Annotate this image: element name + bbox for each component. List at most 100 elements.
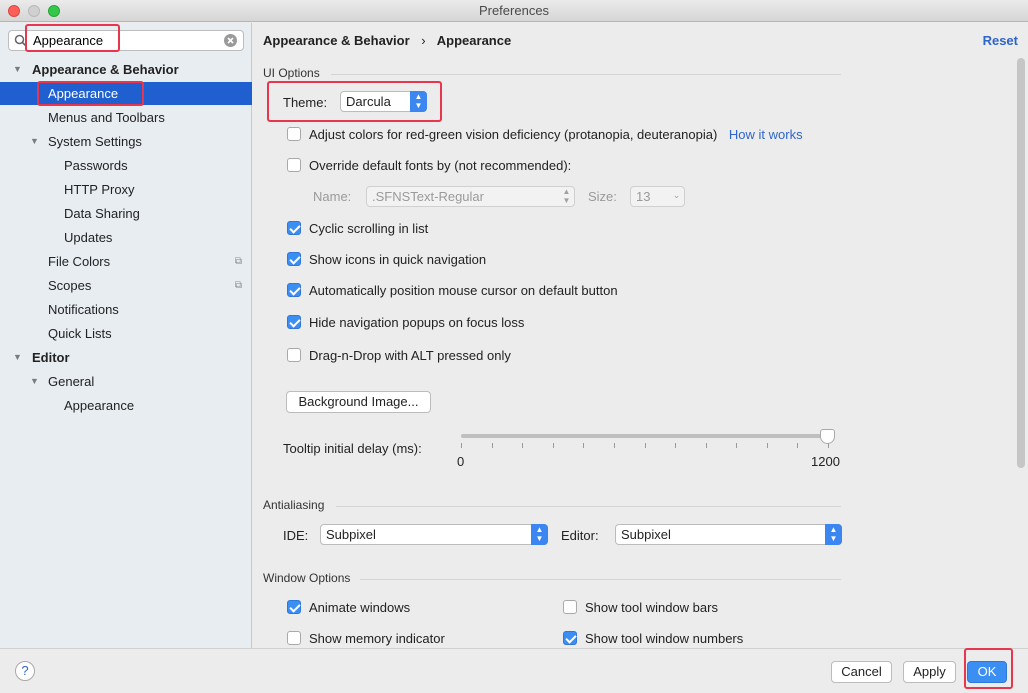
project-level-icon: ⧉ <box>234 280 242 291</box>
slider-tick <box>614 443 615 448</box>
appearance-highlight-box <box>37 81 144 106</box>
antialiasing-section-title: Antialiasing <box>263 498 325 512</box>
ide-antialiasing-select[interactable]: Subpixel ▲ ▼ <box>320 524 548 545</box>
sidebar-item-label: HTTP Proxy <box>64 182 135 197</box>
font-size-select[interactable]: 13 ⌄ <box>630 186 685 207</box>
show-icons-checkbox[interactable] <box>287 252 301 266</box>
slider-tick <box>461 443 462 448</box>
editor-antialiasing-select[interactable]: Subpixel ▲ ▼ <box>615 524 842 545</box>
sidebar-item-label: General <box>48 374 95 389</box>
how-it-works-link[interactable]: How it works <box>729 127 803 142</box>
sidebar-item-label: Appearance & Behavior <box>32 62 179 77</box>
expanded-triangle-icon: ▼ <box>30 376 39 386</box>
show-tool-window-numbers-label: Show tool window numbers <box>585 631 744 646</box>
sidebar-item-system-settings[interactable]: ▼ System Settings <box>0 130 252 153</box>
sidebar-item-label: Passwords <box>64 158 128 173</box>
adjust-colors-text: Adjust colors for red-green vision defic… <box>309 127 803 142</box>
sidebar-item-http-proxy[interactable]: HTTP Proxy <box>0 178 252 201</box>
editor-antialiasing-value: Subpixel <box>621 527 671 542</box>
title-bar: Preferences <box>0 0 1028 22</box>
show-tool-window-bars-label: Show tool window bars <box>585 600 718 615</box>
sidebar-item-updates[interactable]: Updates <box>0 226 252 249</box>
updown-arrows-icon: ▲ ▼ <box>825 524 842 545</box>
slider-tick <box>522 443 523 448</box>
ide-label: IDE: <box>283 528 309 543</box>
sidebar-item-label: Editor <box>32 350 70 365</box>
tooltip-delay-label: Tooltip initial delay (ms): <box>283 441 422 456</box>
theme-highlight-box <box>267 81 442 122</box>
hide-popups-label: Hide navigation popups on focus loss <box>309 315 525 330</box>
override-fonts-checkbox[interactable] <box>287 158 301 172</box>
drag-drop-checkbox[interactable] <box>287 348 301 362</box>
updown-arrows-icon: ▲ ▼ <box>531 524 548 545</box>
sidebar-item-quick-lists[interactable]: Quick Lists <box>0 322 252 345</box>
tooltip-delay-slider[interactable] <box>461 434 828 438</box>
apply-button[interactable]: Apply <box>903 661 956 683</box>
sidebar-item-passwords[interactable]: Passwords <box>0 154 252 177</box>
reset-link[interactable]: Reset <box>983 33 1018 48</box>
tooltip-max-label: 1200 <box>811 454 840 469</box>
settings-content: Appearance & Behavior › Appearance Reset… <box>253 23 1028 648</box>
sidebar-item-label: Menus and Toolbars <box>48 110 165 125</box>
animate-windows-label: Animate windows <box>309 600 411 615</box>
settings-sidebar: ▼ Appearance & Behavior Appearance Menus… <box>0 23 252 648</box>
show-tool-window-bars-checkbox[interactable] <box>563 600 577 614</box>
sidebar-item-scopes[interactable]: Scopes ⧉ <box>0 274 252 297</box>
section-divider <box>331 74 841 75</box>
chevron-down-icon: ⌄ <box>672 190 681 200</box>
help-icon[interactable]: ? <box>15 661 35 681</box>
sidebar-item-label: System Settings <box>48 134 142 149</box>
show-tool-window-numbers-checkbox[interactable] <box>563 631 577 645</box>
sidebar-item-data-sharing[interactable]: Data Sharing <box>0 202 252 225</box>
slider-tick <box>645 443 646 448</box>
ok-highlight-box <box>964 648 1013 689</box>
cyclic-scrolling-label: Cyclic scrolling in list <box>309 221 429 236</box>
updown-arrows-icon: ▲ ▼ <box>562 187 571 205</box>
show-memory-indicator-label: Show memory indicator <box>309 631 445 646</box>
sidebar-item-editor[interactable]: ▼ Editor <box>0 346 252 369</box>
project-level-icon: ⧉ <box>234 256 242 267</box>
override-fonts-label: Override default fonts by (not recommend… <box>309 158 572 173</box>
slider-tick <box>828 443 829 448</box>
sidebar-item-editor-appearance[interactable]: Appearance <box>0 394 252 417</box>
expanded-triangle-icon: ▼ <box>30 136 39 146</box>
editor-label: Editor: <box>561 528 599 543</box>
font-size-value: 13 <box>636 189 651 204</box>
hide-popups-checkbox[interactable] <box>287 315 301 329</box>
animate-windows-checkbox[interactable] <box>287 600 301 614</box>
drag-drop-label: Drag-n-Drop with ALT pressed only <box>309 348 511 363</box>
clear-search-icon[interactable] <box>223 33 238 48</box>
sidebar-item-label: File Colors <box>48 254 111 269</box>
search-highlight-box <box>25 24 120 52</box>
show-memory-indicator-checkbox[interactable] <box>287 631 301 645</box>
sidebar-item-notifications[interactable]: Notifications <box>0 298 252 321</box>
sidebar-item-appearance-behavior[interactable]: ▼ Appearance & Behavior <box>0 58 252 81</box>
sidebar-item-menus-toolbars[interactable]: Menus and Toolbars <box>0 106 252 129</box>
font-name-label: Name: <box>313 189 352 204</box>
auto-position-cursor-label: Automatically position mouse cursor on d… <box>309 283 618 298</box>
tooltip-min-label: 0 <box>457 454 465 469</box>
cyclic-scrolling-checkbox[interactable] <box>287 221 301 235</box>
font-name-value: .SFNSText-Regular <box>372 189 484 204</box>
font-name-select[interactable]: .SFNSText-Regular ▲ ▼ <box>366 186 575 207</box>
breadcrumb-item: Appearance <box>436 33 512 48</box>
show-icons-label: Show icons in quick navigation <box>309 252 487 267</box>
slider-knob[interactable] <box>820 429 835 444</box>
slider-tick <box>767 443 768 448</box>
adjust-colors-checkbox[interactable] <box>287 127 301 141</box>
ui-options-section-title: UI Options <box>263 66 320 80</box>
sidebar-item-label: Updates <box>64 230 113 245</box>
section-divider <box>360 579 841 580</box>
breadcrumb: Appearance & Behavior › Appearance <box>263 33 511 48</box>
slider-tick <box>736 443 737 448</box>
sidebar-item-file-colors[interactable]: File Colors ⧉ <box>0 250 252 273</box>
auto-position-cursor-checkbox[interactable] <box>287 283 301 297</box>
vertical-scrollbar[interactable] <box>1017 58 1025 468</box>
background-image-button[interactable]: Background Image... <box>286 391 431 413</box>
cancel-button[interactable]: Cancel <box>831 661 892 683</box>
sidebar-item-general[interactable]: ▼ General <box>0 370 252 393</box>
breadcrumb-separator-icon: › <box>421 33 426 48</box>
sidebar-item-label: Quick Lists <box>48 326 112 341</box>
sidebar-item-label: Appearance <box>64 398 135 413</box>
dialog-footer: ? Cancel Apply OK <box>0 648 1028 693</box>
